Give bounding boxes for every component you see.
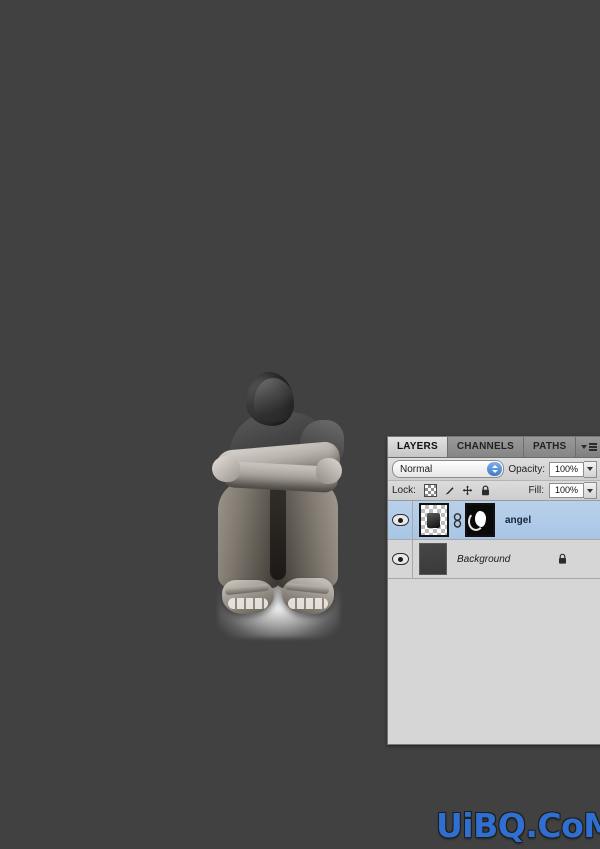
blend-mode-stepper-icon[interactable] bbox=[487, 462, 503, 476]
lock-image-pixels-icon[interactable] bbox=[444, 485, 455, 496]
panel-tab-bar: LAYERS CHANNELS PATHS bbox=[388, 437, 600, 458]
link-icon[interactable] bbox=[452, 512, 462, 528]
opacity-dropdown-icon[interactable] bbox=[584, 460, 597, 478]
panel-menu-icon[interactable] bbox=[581, 441, 597, 453]
opacity-control[interactable]: 100% bbox=[549, 460, 597, 478]
figure-leg-gap bbox=[270, 484, 286, 580]
fill-control[interactable]: 100% bbox=[549, 482, 597, 499]
table-row[interactable]: angel bbox=[388, 501, 600, 540]
tab-paths[interactable]: PATHS bbox=[524, 437, 577, 457]
table-row[interactable]: Background bbox=[388, 540, 600, 579]
opacity-label: Opacity: bbox=[508, 463, 545, 475]
artwork-image bbox=[208, 372, 348, 638]
watermark: UiBQ.CoM bbox=[436, 806, 600, 845]
photoshop-canvas: LAYERS CHANNELS PATHS Normal Opacity: 10… bbox=[0, 0, 600, 849]
lock-all-icon bbox=[557, 553, 568, 565]
layer-name[interactable]: angel bbox=[505, 515, 531, 526]
figure-hand-left bbox=[212, 456, 240, 482]
layer-thumbnail[interactable] bbox=[419, 543, 447, 575]
fill-value[interactable]: 100% bbox=[549, 483, 584, 498]
lock-icon-group bbox=[423, 484, 491, 497]
toes-left bbox=[228, 598, 268, 609]
lock-label: Lock: bbox=[392, 485, 416, 496]
eye-icon[interactable] bbox=[391, 553, 409, 565]
layer-visibility-toggle[interactable] bbox=[388, 540, 413, 578]
blend-mode-value: Normal bbox=[400, 463, 433, 475]
layer-visibility-toggle[interactable] bbox=[388, 501, 413, 539]
fill-dropdown-icon[interactable] bbox=[584, 482, 597, 499]
lock-all-icon[interactable] bbox=[480, 485, 491, 496]
lock-position-icon[interactable] bbox=[462, 485, 473, 496]
layers-panel: LAYERS CHANNELS PATHS Normal Opacity: 10… bbox=[387, 436, 600, 745]
fill-label: Fill: bbox=[528, 485, 544, 496]
figure-hand-right bbox=[316, 458, 342, 484]
tab-channels[interactable]: CHANNELS bbox=[447, 437, 525, 457]
tab-layers[interactable]: LAYERS bbox=[388, 437, 448, 457]
layer-list-empty-area bbox=[388, 579, 600, 733]
blend-mode-row: Normal Opacity: 100% bbox=[388, 458, 600, 481]
layer-thumbnail[interactable] bbox=[419, 503, 449, 537]
lock-row: Lock: Fill: 100% bbox=[388, 481, 600, 501]
lock-transparent-pixels-icon[interactable] bbox=[423, 484, 437, 497]
eye-icon[interactable] bbox=[391, 514, 409, 526]
layer-mask-thumbnail[interactable] bbox=[465, 503, 495, 537]
blend-mode-select[interactable]: Normal bbox=[392, 460, 505, 478]
layer-name[interactable]: Background bbox=[457, 554, 510, 565]
layer-list: angel Background bbox=[388, 501, 600, 733]
toes-right bbox=[288, 598, 328, 609]
opacity-value[interactable]: 100% bbox=[549, 461, 584, 477]
figure-hair bbox=[254, 378, 294, 422]
